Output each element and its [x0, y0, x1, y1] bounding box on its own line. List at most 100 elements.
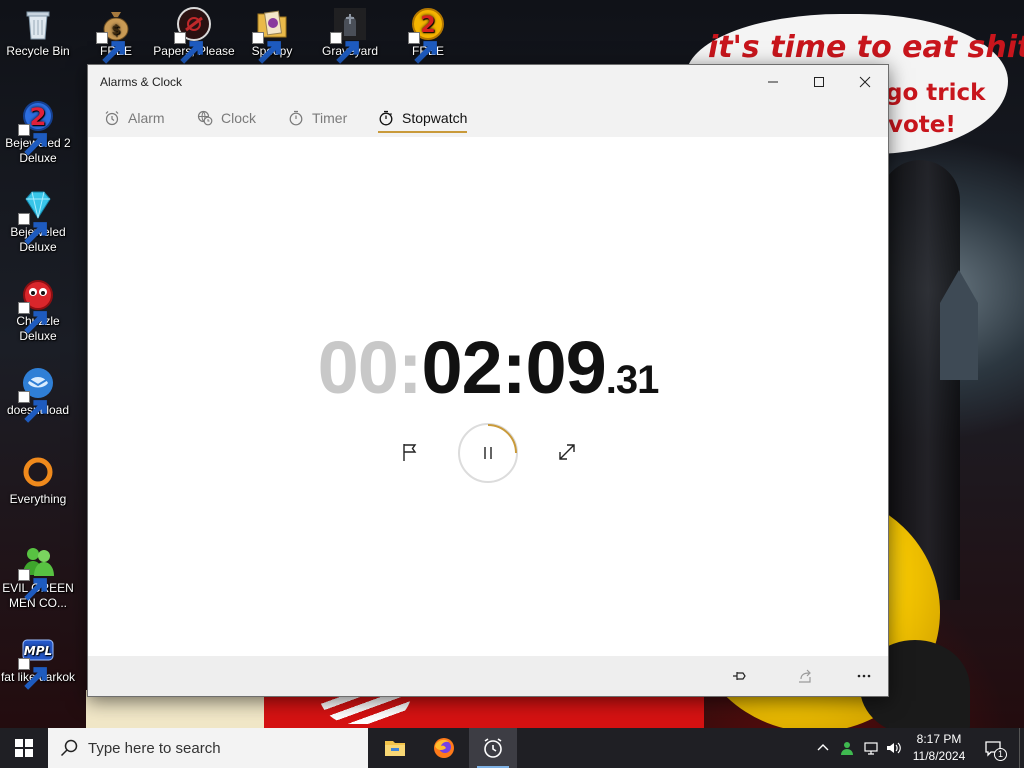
mpl-icon: MPL: [18, 632, 56, 690]
expand-icon: [559, 444, 575, 460]
pin-button[interactable]: [719, 656, 759, 696]
thunderbird-icon: [18, 365, 56, 423]
tab-label: Alarm: [128, 110, 165, 126]
alarms-clock-window: Alarms & Clock Alarm Clock Timer Stopwat…: [87, 64, 889, 697]
title-bar[interactable]: Alarms & Clock: [88, 65, 888, 99]
papers-please-icon: [174, 6, 212, 64]
tray-network[interactable]: [860, 728, 882, 768]
green-men-icon: [18, 543, 56, 601]
desktop-icon-fat-like-darkok[interactable]: MPL fat like darkok: [0, 632, 80, 690]
money-bag-icon: $: [96, 6, 134, 64]
close-icon: [859, 76, 871, 88]
taskbar-clock[interactable]: 8:17 PM 11/8/2024: [906, 731, 972, 765]
minimize-button[interactable]: [750, 65, 796, 99]
timer-icon: [289, 110, 303, 126]
shortcut-arrow-icon: [18, 124, 47, 156]
desktop-icon-free-1[interactable]: $ FREE: [74, 6, 158, 64]
stopwatch-icon: [379, 110, 393, 126]
lap-button[interactable]: [390, 432, 430, 472]
shortcut-arrow-icon: [408, 32, 437, 64]
desktop-icon-spoopy[interactable]: Spoopy: [230, 6, 314, 64]
stopwatch-panel: 00:02:09.31: [88, 137, 888, 657]
chuzzle-icon: [18, 276, 56, 334]
windows-logo-icon: [15, 739, 33, 757]
start-button[interactable]: [0, 728, 48, 768]
file-explorer-icon: [385, 741, 405, 756]
chevron-up-icon: [817, 744, 829, 751]
taskbar-alarms-clock[interactable]: [469, 728, 517, 768]
desktop-icon-bejeweled-2[interactable]: 2 Bejeweled 2 Deluxe: [0, 98, 80, 166]
shortcut-arrow-icon: [18, 391, 47, 423]
maximize-icon: [814, 77, 824, 87]
svg-text:MPL: MPL: [24, 644, 52, 658]
everything-search-icon: [20, 454, 56, 490]
desktop-icon-recycle-bin[interactable]: Recycle Bin: [0, 6, 80, 59]
more-icon: [857, 674, 871, 678]
stopwatch-hours: 00:: [317, 326, 423, 409]
desktop-icon-graveyard[interactable]: Graveyard: [308, 6, 392, 64]
share-button[interactable]: [785, 656, 825, 696]
volume-icon: [887, 742, 901, 754]
desktop-icon-papers-please[interactable]: Papers, Please: [152, 6, 236, 64]
world-clock-icon: [197, 110, 213, 126]
desktop-icon-label: Everything: [9, 492, 67, 506]
flag-icon: [403, 444, 417, 461]
graveyard-icon: [330, 6, 368, 64]
expand-button[interactable]: [547, 432, 587, 472]
stopwatch-centiseconds: .31: [605, 358, 660, 402]
taskbar: 8:17 PM 11/8/2024 1: [0, 728, 1024, 768]
maximize-button[interactable]: [796, 65, 842, 99]
desktop-icon-chuzzle[interactable]: Chuzzle Deluxe: [0, 276, 80, 344]
bejeweled-icon: [18, 187, 56, 245]
shortcut-arrow-icon: [18, 213, 47, 245]
alarm-icon: [105, 111, 119, 126]
tab-timer[interactable]: Timer: [288, 105, 347, 131]
show-desktop-button[interactable]: [1019, 728, 1024, 768]
nav-tabs: Alarm Clock Timer Stopwatch: [88, 99, 888, 137]
desktop-icon-label: Recycle Bin: [6, 44, 70, 58]
taskbar-firefox[interactable]: [420, 728, 468, 768]
shortcut-arrow-icon: [18, 658, 47, 690]
recycle-bin-icon: [20, 6, 56, 42]
tab-alarm[interactable]: Alarm: [104, 105, 165, 131]
desktop-icon-bejeweled[interactable]: Bejeweled Deluxe: [0, 187, 80, 255]
alarms-clock-icon: [484, 738, 502, 758]
command-bar: [88, 656, 888, 696]
tab-stopwatch[interactable]: Stopwatch: [378, 105, 468, 133]
shortcut-arrow-icon: [96, 32, 125, 64]
progress-ring: [458, 423, 518, 483]
search-icon: [60, 739, 78, 757]
notification-count-badge: 1: [994, 748, 1007, 761]
network-icon: [864, 742, 878, 755]
gold-two-icon: 2: [408, 6, 446, 64]
bejeweled-2-icon: 2: [18, 98, 56, 156]
desktop-icon-evil-green-men[interactable]: EVIL GREEN MEN CO...: [0, 543, 80, 611]
pause-button[interactable]: [458, 423, 518, 483]
desktop-icon-doesnt-load[interactable]: doesnt load: [0, 365, 80, 423]
taskbar-file-explorer[interactable]: [371, 728, 419, 768]
more-options-button[interactable]: [844, 656, 884, 696]
tray-overflow-button[interactable]: [814, 728, 832, 768]
spoopy-icon: [252, 6, 290, 64]
action-center-button[interactable]: 1: [974, 728, 1012, 768]
shortcut-arrow-icon: [330, 32, 359, 64]
shortcut-arrow-icon: [18, 302, 47, 334]
search-input[interactable]: [88, 739, 348, 757]
tray-volume[interactable]: [882, 728, 904, 768]
tray-people[interactable]: [836, 728, 858, 768]
tab-label: Timer: [312, 110, 348, 126]
taskbar-search-box[interactable]: [48, 728, 368, 768]
share-icon: [799, 669, 811, 683]
close-button[interactable]: [842, 65, 888, 99]
stopwatch-display: 00:02:09.31: [88, 325, 888, 410]
desktop-icon-free-2[interactable]: 2 FREE: [386, 6, 470, 64]
people-icon: [841, 742, 853, 755]
firefox-icon: [434, 738, 454, 758]
shortcut-arrow-icon: [174, 32, 203, 64]
clock-time: 8:17 PM: [916, 732, 962, 746]
desktop-icon-everything[interactable]: Everything: [0, 454, 80, 507]
clock-date: 11/8/2024: [912, 749, 966, 763]
shortcut-arrow-icon: [18, 569, 47, 601]
window-title: Alarms & Clock: [100, 75, 183, 89]
tab-clock[interactable]: Clock: [197, 105, 256, 131]
